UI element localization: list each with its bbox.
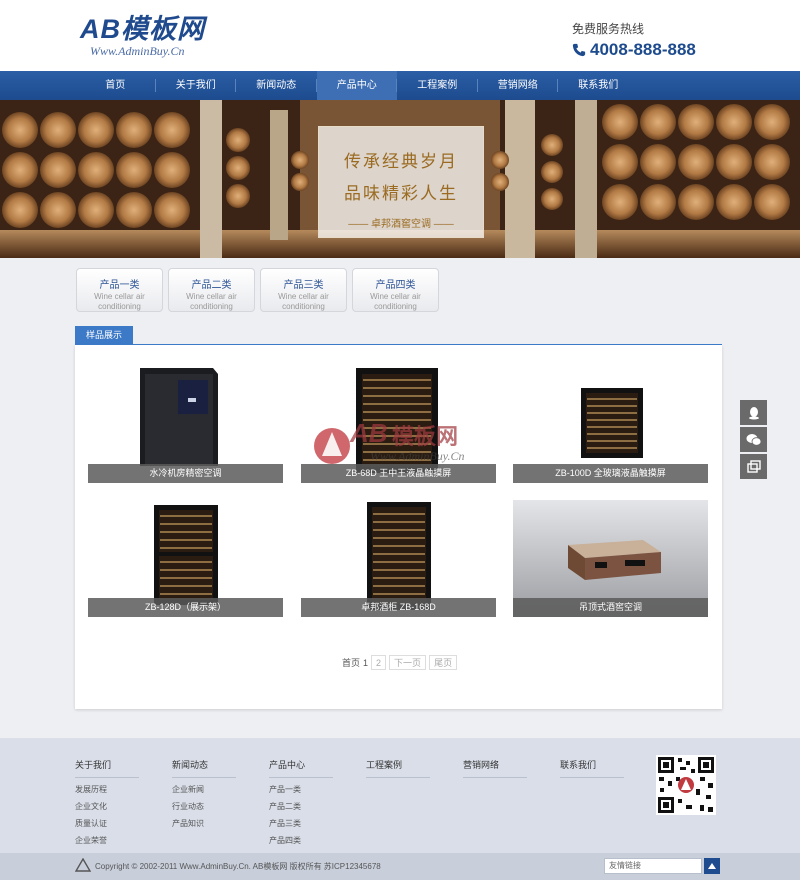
nav-home[interactable]: 首页 — [75, 71, 156, 100]
svg-text:模板网: 模板网 — [392, 425, 458, 450]
watermark-logo: AB 模板网 Www.AdminBuy.Cn — [314, 418, 464, 464]
footer-col-contact: 联系我们 — [560, 758, 630, 778]
footer-col-news: 新闻动态 企业新闻 行业动态 产品知识 — [172, 758, 242, 829]
product-card-3[interactable]: ZB-100D 全玻璃液晶触摸屏 — [513, 366, 708, 483]
category-title: 产品二类 — [191, 280, 232, 291]
footer-link[interactable]: 质量认证 — [75, 818, 145, 829]
svg-text:Www.AdminBuy.Cn: Www.AdminBuy.Cn — [370, 449, 464, 463]
footer-link[interactable]: 产品知识 — [172, 818, 242, 829]
nav-news[interactable]: 新闻动态 — [236, 71, 317, 100]
footer-link[interactable]: 行业动态 — [172, 801, 242, 812]
product-card-4[interactable]: ZB-128D（展示架） — [88, 500, 283, 617]
logo-text: AB模板网 — [80, 14, 205, 44]
header: AB模板网 Www.AdminBuy.Cn 免费服务热线 4008-888-88… — [0, 0, 800, 71]
pager-first[interactable]: 首页 — [342, 656, 360, 669]
category-title: 产品一类 — [99, 280, 140, 291]
section-title-tab: 样品展示 — [75, 326, 133, 345]
footer-col-title[interactable]: 产品中心 — [269, 758, 333, 778]
category-subtitle: conditioning — [190, 302, 233, 311]
qr-code-icon — [656, 755, 716, 815]
footer-col-about: 关于我们 发展历程 企业文化 质量认证 企业荣誉 — [75, 758, 145, 846]
footer-link[interactable]: 产品一类 — [269, 784, 339, 795]
footer-col-network: 营销网络 — [463, 758, 533, 778]
hotline-number-row: 4008-888-888 — [572, 40, 696, 60]
pager-current: 1 — [363, 657, 369, 668]
product-caption: 卓邦酒柜 ZB-168D — [301, 598, 496, 617]
window-button[interactable] — [740, 454, 767, 479]
category-subtitle: Wine cellar air — [186, 292, 237, 301]
triangle-up-icon — [708, 863, 716, 869]
footer-logo-icon — [75, 858, 91, 872]
nav-about[interactable]: 关于我们 — [156, 71, 237, 100]
section-divider — [75, 344, 722, 345]
nav-cases[interactable]: 工程案例 — [397, 71, 478, 100]
footer-link[interactable]: 产品三类 — [269, 818, 339, 829]
footer-col-products: 产品中心 产品一类 产品二类 产品三类 产品四类 — [269, 758, 339, 846]
main-nav: 首页 关于我们 新闻动态 产品中心 工程案例 营销网络 联系我们 — [0, 71, 800, 100]
banner-slogan-2: 品味精彩人生 — [344, 184, 458, 204]
svg-text:AB: AB — [349, 418, 388, 448]
category-tab-1[interactable]: 产品一类 Wine cellar air conditioning — [76, 268, 163, 312]
site-logo[interactable]: AB模板网 Www.AdminBuy.Cn — [80, 14, 205, 58]
pager-next[interactable]: 下一页 — [389, 655, 427, 670]
product-card-6[interactable]: 吊顶式酒窖空调 — [513, 500, 708, 617]
footer-col-title[interactable]: 关于我们 — [75, 758, 139, 778]
hotline-number: 4008-888-888 — [590, 40, 696, 59]
qq-icon — [748, 406, 759, 419]
pager-page-2[interactable]: 2 — [371, 655, 387, 670]
copyright-text: Copyright © 2002-2011 Www.AdminBuy.Cn. A… — [95, 862, 381, 871]
footer-col-title[interactable]: 新闻动态 — [172, 758, 236, 778]
category-tab-4[interactable]: 产品四类 Wine cellar air conditioning — [352, 268, 439, 312]
footer-col-title[interactable]: 工程案例 — [366, 758, 430, 778]
product-caption: ZB-128D（展示架） — [88, 598, 283, 617]
window-icon — [746, 459, 761, 473]
product-caption: 水冷机房精密空调 — [88, 464, 283, 483]
hotline: 免费服务热线 4008-888-888 — [572, 20, 696, 60]
friend-links-select[interactable]: 友情链接 — [604, 858, 702, 874]
pager-last[interactable]: 尾页 — [429, 655, 458, 670]
category-subtitle: Wine cellar air — [94, 292, 145, 301]
category-title: 产品四类 — [375, 280, 416, 291]
product-card-5[interactable]: 卓邦酒柜 ZB-168D — [301, 500, 496, 617]
nav-contact[interactable]: 联系我们 — [558, 71, 639, 100]
product-caption: 吊顶式酒窖空调 — [513, 598, 708, 617]
footer-col-cases: 工程案例 — [366, 758, 436, 778]
wechat-button[interactable] — [740, 427, 767, 452]
category-subtitle: conditioning — [282, 302, 325, 311]
pagination: 首页 1 2 下一页 尾页 — [342, 655, 460, 670]
footer-link[interactable]: 企业文化 — [75, 801, 145, 812]
category-subtitle: Wine cellar air — [370, 292, 421, 301]
footer-link[interactable]: 发展历程 — [75, 784, 145, 795]
side-float-bar — [740, 400, 767, 481]
phone-icon — [572, 43, 586, 57]
logo-url: Www.AdminBuy.Cn — [90, 44, 185, 58]
category-tabs: 产品一类 Wine cellar air conditioning 产品二类 W… — [76, 268, 444, 312]
category-subtitle: Wine cellar air — [278, 292, 329, 301]
hotline-label: 免费服务热线 — [572, 22, 645, 36]
wechat-icon — [746, 433, 761, 446]
banner-brand: —— 卓邦酒窖空调 —— — [348, 219, 454, 230]
footer-link[interactable]: 企业荣誉 — [75, 835, 145, 846]
footer-link[interactable]: 企业新闻 — [172, 784, 242, 795]
category-tab-3[interactable]: 产品三类 Wine cellar air conditioning — [260, 268, 347, 312]
hero-banner: 传承经典岁月 品味精彩人生 —— 卓邦酒窖空调 —— — [0, 100, 800, 258]
footer-col-title[interactable]: 营销网络 — [463, 758, 527, 778]
category-subtitle: conditioning — [98, 302, 141, 311]
banner-slogan-box: 传承经典岁月 品味精彩人生 —— 卓邦酒窖空调 —— — [318, 126, 484, 238]
category-subtitle: conditioning — [374, 302, 417, 311]
qq-button[interactable] — [740, 400, 767, 425]
footer-col-title[interactable]: 联系我们 — [560, 758, 624, 778]
nav-products[interactable]: 产品中心 — [316, 71, 397, 100]
category-title: 产品三类 — [283, 280, 324, 291]
footer-link[interactable]: 产品二类 — [269, 801, 339, 812]
footer-link[interactable]: 产品四类 — [269, 835, 339, 846]
product-card-1[interactable]: 水冷机房精密空调 — [88, 366, 283, 483]
category-tab-2[interactable]: 产品二类 Wine cellar air conditioning — [168, 268, 255, 312]
product-caption: ZB-100D 全玻璃液晶触摸屏 — [513, 464, 708, 483]
nav-network[interactable]: 营销网络 — [478, 71, 559, 100]
banner-slogan-1: 传承经典岁月 — [344, 152, 458, 172]
friend-links-toggle[interactable] — [704, 858, 720, 874]
